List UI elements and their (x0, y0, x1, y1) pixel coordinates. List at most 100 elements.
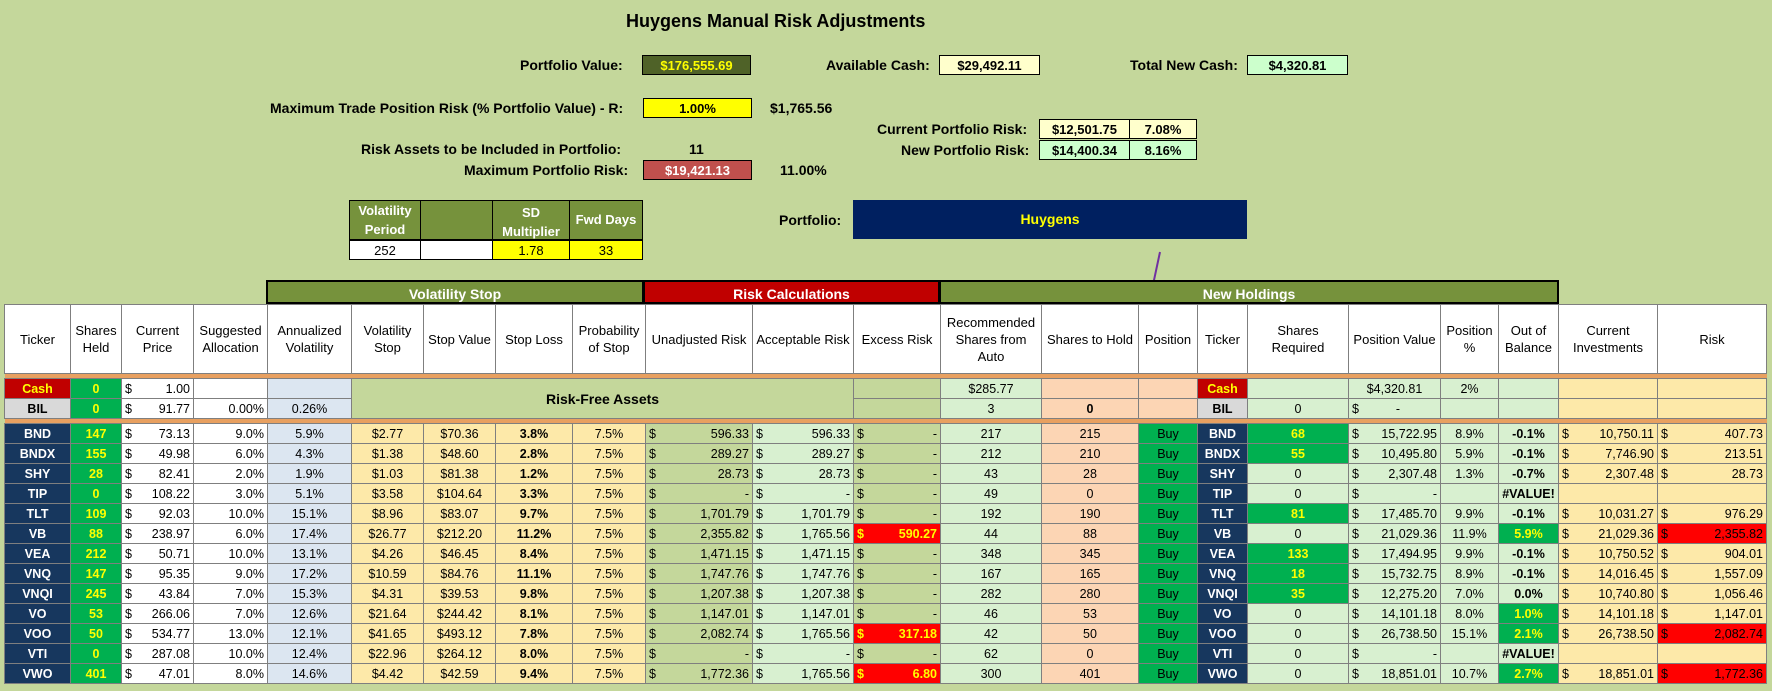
ticker2-cell: VNQ (1197, 563, 1248, 584)
ticker-cell: TLT (4, 503, 71, 524)
total-new-cash: $4,320.81 (1247, 55, 1348, 75)
header-current-price: Current Price (121, 304, 194, 374)
price-cell: $82.41 (121, 463, 194, 484)
current-investments-cell: $21,029.36 (1558, 523, 1658, 544)
recommended-cell: 348 (940, 543, 1042, 564)
current-risk-label: Current Portfolio Risk: (877, 121, 1028, 137)
fwd-days-header: Fwd Days (570, 200, 643, 240)
max-trade-risk-label: Maximum Trade Position Risk (% Portfolio… (270, 100, 624, 116)
recommended-cell: 44 (940, 523, 1042, 544)
available-cash: $29,492.11 (939, 55, 1040, 75)
header-excess-risk: Excess Risk (853, 304, 941, 374)
current-inv-cell (1558, 398, 1658, 419)
ticker-cell: SHY (4, 463, 71, 484)
ticker-cell: BIL (4, 398, 71, 419)
shares-to-hold-cell[interactable]: 190 (1041, 503, 1139, 524)
vol-period-input[interactable]: 252 (349, 240, 421, 260)
total-new-cash-label: Total New Cash: (1130, 57, 1238, 73)
position-pct-cell: 7.0% (1440, 583, 1499, 604)
shares-to-hold-cell[interactable]: 53 (1041, 603, 1139, 624)
header-stop-loss: Stop Loss (495, 304, 573, 374)
shares-to-hold-cell[interactable]: 345 (1041, 543, 1139, 564)
position-pct-cell: 9.9% (1440, 543, 1499, 564)
vol-stop-cell: $2.77 (351, 423, 424, 444)
position-pct-cell (1440, 483, 1499, 504)
ticker2-cell: TIP (1197, 483, 1248, 504)
risk-cell: $2,082.74 (1657, 623, 1767, 644)
header-unadjusted-risk: Unadjusted Risk (645, 304, 753, 374)
shares-to-hold-cell[interactable]: 0 (1041, 643, 1139, 664)
out-of-balance-cell: -0.7% (1498, 463, 1559, 484)
new-risk-label: New Portfolio Risk: (901, 142, 1030, 158)
acceptable-risk-cell: $1,701.79 (752, 503, 854, 524)
ticker-cell: VEA (4, 543, 71, 564)
risk-cell: $1,147.01 (1657, 603, 1767, 624)
ticker-cell: BND (4, 423, 71, 444)
risk-cell (1657, 378, 1767, 399)
hold-cell[interactable] (1041, 378, 1139, 399)
stop-value-cell: $84.76 (423, 563, 496, 584)
ticker2-cell: SHY (1197, 463, 1248, 484)
ticker-cell: VNQ (4, 563, 71, 584)
position-value-cell: $2,307.48 (1348, 463, 1441, 484)
table-row: VNQ 147 $95.35 9.0% 17.2% $10.59 $84.76 11.1% 7.… (4, 563, 1767, 584)
excess-risk-cell: $ - (853, 563, 941, 584)
portfolio-name[interactable]: Huygens (853, 200, 1247, 239)
ticker-cell: VO (4, 603, 71, 624)
sd-multiplier-header: SD Multiplier (493, 200, 570, 240)
out-of-balance-cell: -0.1% (1498, 503, 1559, 524)
sd-multiplier-input[interactable]: 1.78 (493, 240, 570, 260)
shares-required-cell: 55 (1247, 443, 1349, 464)
stop-value-cell: $264.12 (423, 643, 496, 664)
current-investments-cell: $18,851.01 (1558, 663, 1658, 684)
shares-to-hold-cell[interactable]: 50 (1041, 623, 1139, 644)
header-position-value: Position Value (1348, 304, 1441, 374)
header-ticker: Ticker (4, 304, 71, 374)
max-trade-risk-value: $1,765.56 (770, 100, 833, 116)
shares-required-cell: 0 (1247, 483, 1349, 504)
out-of-balance-cell: 1.0% (1498, 603, 1559, 624)
position-cell (1138, 398, 1198, 419)
recommended-cell: 46 (940, 603, 1042, 624)
risk-assets-label: Risk Assets to be Included in Portfolio: (361, 141, 622, 157)
position-cell (1138, 378, 1198, 399)
shares-to-hold-cell[interactable]: 210 (1041, 443, 1139, 464)
header-acceptable-risk: Acceptable Risk (752, 304, 854, 374)
max-trade-risk-input[interactable]: 1.00% (643, 98, 752, 118)
stop-value-cell: $244.42 (423, 603, 496, 624)
fwd-days-input[interactable]: 33 (570, 240, 643, 260)
shares-held-cell: 147 (70, 423, 122, 444)
shares-to-hold-cell[interactable]: 215 (1041, 423, 1139, 444)
table-row: VNQI 245 $43.84 7.0% 15.3% $4.31 $39.53 9.8% 7.5… (4, 583, 1767, 604)
acceptable-risk-cell: $596.33 (752, 423, 854, 444)
position-pct-cell (1440, 398, 1499, 419)
allocation-cell: 10.0% (193, 643, 268, 664)
ticker2-cell: BIL (1197, 398, 1248, 419)
risk-cell: $2,355.82 (1657, 523, 1767, 544)
position-pct-cell: 11.9% (1440, 523, 1499, 544)
shares-to-hold-cell[interactable]: 28 (1041, 463, 1139, 484)
shares-required-cell: 18 (1247, 563, 1349, 584)
table-row: SHY 28 $82.41 2.0% 1.9% $1.03 $81.38 1.2% 7.5% $2… (4, 463, 1767, 484)
position-value-cell: $ - (1348, 398, 1441, 419)
shares-to-hold-cell[interactable]: 0 (1041, 483, 1139, 504)
section-risk-calculations: Risk Calculations (643, 280, 940, 304)
out-of-balance-cell: -0.1% (1498, 423, 1559, 444)
position-value-cell: $15,722.95 (1348, 423, 1441, 444)
required-cell: 0 (1247, 398, 1349, 419)
acceptable-risk-cell: $1,471.15 (752, 543, 854, 564)
current-risk: $12,501.75 (1039, 119, 1130, 139)
ticker2-cell: BND (1197, 423, 1248, 444)
shares-to-hold-cell[interactable]: 88 (1041, 523, 1139, 544)
hold-cell[interactable]: 0 (1041, 398, 1139, 419)
current-investments-cell: $14,016.45 (1558, 563, 1658, 584)
position-pct-cell: 8.0% (1440, 603, 1499, 624)
risk-cell: $976.29 (1657, 503, 1767, 524)
shares-to-hold-cell[interactable]: 280 (1041, 583, 1139, 604)
stop-value-cell: $70.36 (423, 423, 496, 444)
annualized-vol-cell: 17.2% (267, 563, 352, 584)
shares-to-hold-cell[interactable]: 165 (1041, 563, 1139, 584)
shares-held-cell: 50 (70, 623, 122, 644)
excess-risk-cell: $ - (853, 463, 941, 484)
shares-to-hold-cell[interactable]: 401 (1041, 663, 1139, 684)
